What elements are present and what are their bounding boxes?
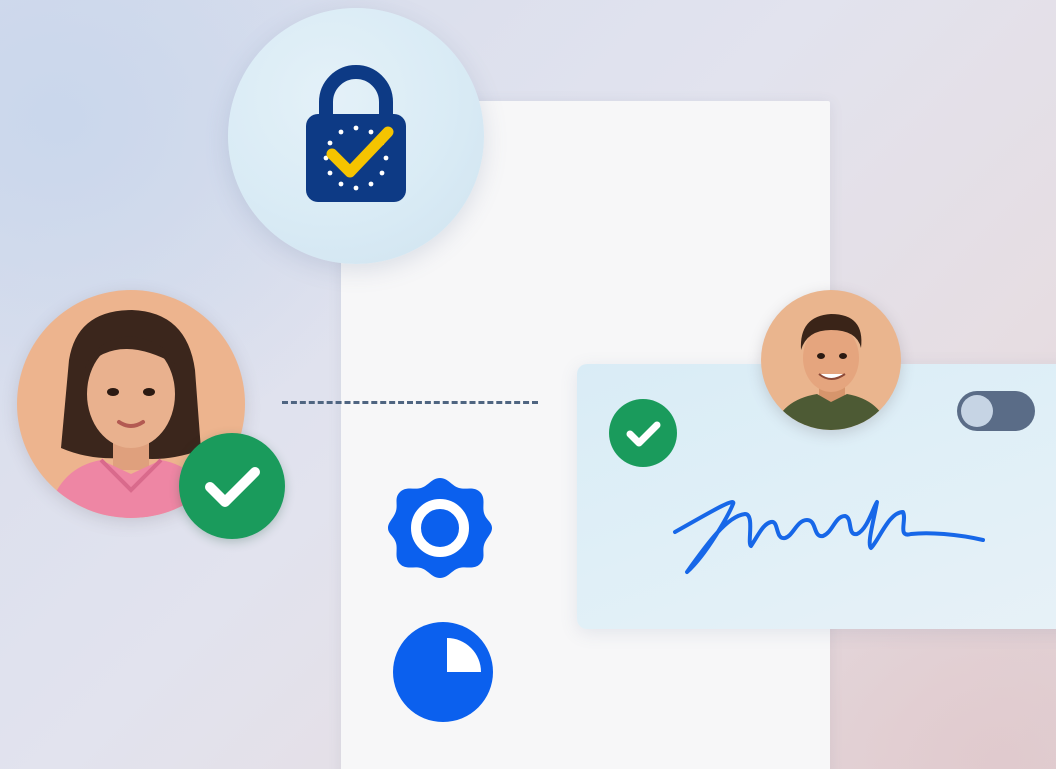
signature-verified-badge	[609, 399, 677, 467]
padlock-eu-stars-check-icon	[306, 65, 406, 202]
man-avatar	[761, 290, 901, 430]
checkmark-icon	[626, 421, 661, 447]
checkmark-icon	[205, 467, 260, 507]
illustration-canvas	[0, 0, 1056, 769]
handwritten-signature	[673, 500, 985, 574]
toggle-knob	[961, 395, 993, 427]
security-badge	[228, 8, 484, 264]
verified-check-badge	[179, 433, 285, 539]
signature-toggle[interactable]	[957, 391, 1035, 431]
connector-dashed-line	[282, 401, 538, 404]
pending-badge-icon	[388, 478, 492, 578]
progress-pie-icon	[393, 622, 493, 722]
